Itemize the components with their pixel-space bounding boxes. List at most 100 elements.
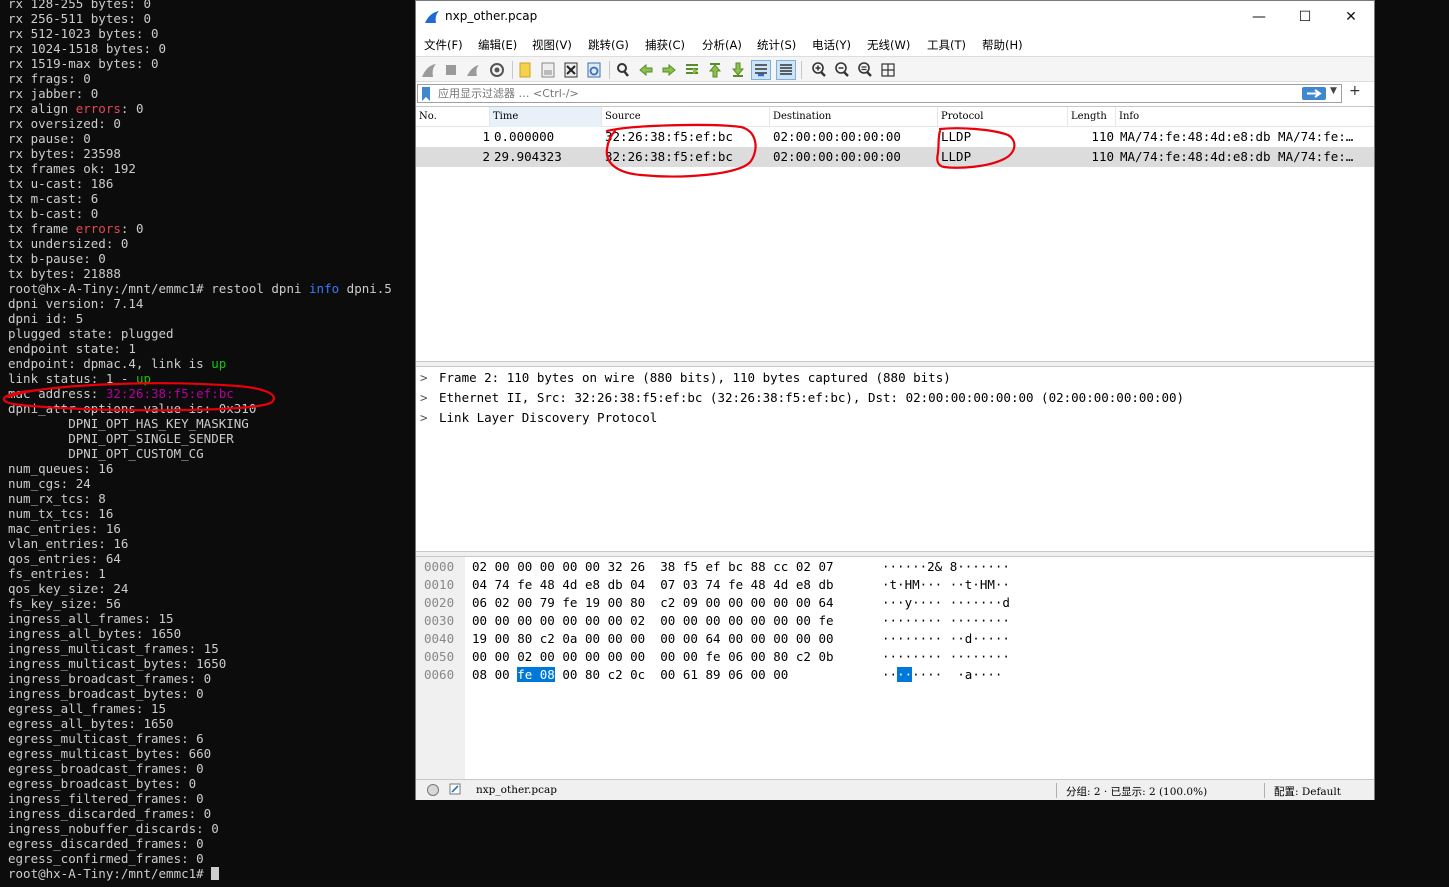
column-header-source[interactable]: Source [602,107,770,127]
hex-byte[interactable]: 80 [630,595,645,610]
go-forward-icon[interactable] [660,61,678,79]
hex-byte[interactable]: 00 [630,631,645,646]
hex-byte[interactable]: 00 [773,613,788,628]
hex-byte[interactable]: bc [728,559,743,574]
hex-byte[interactable]: 00 [751,649,766,664]
hex-byte[interactable]: 00 [495,613,510,628]
detail-tree-item[interactable]: > Frame 2: 110 bytes on wire (880 bits), … [420,368,951,388]
packet-row[interactable]: 1 0.000000 32:26:38:f5:ef:bc 02:00:00:00:00… [416,127,1374,147]
hex-bytes[interactable]: 00 00 00 00 00 00 00 02 00 00 00 00 00 0… [472,612,834,630]
hex-byte[interactable]: 00 [728,631,743,646]
start-capture-icon[interactable] [420,61,438,79]
menu-statistics[interactable]: 统计(S) [757,37,796,53]
menu-view[interactable]: 视图(V) [532,37,572,53]
packet-bytes-pane[interactable]: 0000 0010 0020 0030 0040 0050 0060 02 00 00 00… [416,557,1374,779]
menu-telephony[interactable]: 电话(Y) [812,37,851,53]
hex-byte[interactable]: 00 [562,649,577,664]
restart-capture-icon[interactable] [464,61,482,79]
hex-byte[interactable]: 00 [585,649,600,664]
hex-byte[interactable]: 00 [660,613,675,628]
status-profile[interactable]: 配置: Default [1274,784,1341,799]
chevron-right-icon[interactable]: > [420,388,439,408]
capture-options-icon[interactable] [488,61,506,79]
hex-byte[interactable]: 02 [517,649,532,664]
hex-byte[interactable]: 00 [608,595,623,610]
hex-byte[interactable]: 02 [630,613,645,628]
hex-byte[interactable]: 00 [517,613,532,628]
maximize-button[interactable]: ☐ [1282,1,1328,33]
hex-byte[interactable]: 00 [705,595,720,610]
hex-byte[interactable]: fe [728,577,743,592]
hex-byte[interactable]: c2 [796,649,811,664]
hex-byte[interactable]: 07 [818,559,833,574]
hex-byte[interactable]: 00 [660,667,675,682]
hex-byte[interactable]: 03 [683,577,698,592]
hex-byte[interactable]: 00 [585,613,600,628]
hex-byte[interactable]: c2 [660,595,675,610]
column-header-protocol[interactable]: Protocol [938,107,1068,127]
close-button[interactable]: ✕ [1328,1,1374,33]
autoscroll-icon[interactable] [751,60,771,80]
hex-byte[interactable]: 00 [517,559,532,574]
hex-byte[interactable]: 00 [540,649,555,664]
packet-list[interactable]: No. Time Source Destination Protocol Len… [416,106,1374,361]
menu-help[interactable]: 帮助(H) [982,37,1023,53]
hex-byte[interactable]: 38 [660,559,675,574]
hex-byte[interactable]: 00 [630,649,645,664]
hex-byte[interactable]: 07 [660,577,675,592]
hex-byte[interactable]: 00 [540,613,555,628]
hex-byte[interactable]: 48 [540,577,555,592]
zoom-in-icon[interactable] [810,61,828,79]
title-bar[interactable]: nxp_other.pcap — ☐ ✕ [416,1,1374,33]
hex-byte[interactable]: fe [818,613,833,628]
hex-byte[interactable]: 00 [495,649,510,664]
hex-byte[interactable]: 00 [751,613,766,628]
hex-byte[interactable]: 00 [562,667,577,682]
hex-byte[interactable]: 02 [796,559,811,574]
stop-capture-icon[interactable] [442,61,460,79]
ascii-bytes[interactable]: ·t·HM··· ··t·HM·· [882,576,1010,594]
column-header-info[interactable]: Info [1116,107,1374,127]
hex-byte[interactable]: 00 [683,631,698,646]
hex-byte[interactable]: db [608,577,623,592]
go-to-packet-icon[interactable] [683,61,701,79]
column-header-no[interactable]: No. [416,107,490,127]
hex-byte[interactable]: 00 [796,595,811,610]
hex-byte[interactable]: 04 [630,577,645,592]
packet-details-pane[interactable]: > Frame 2: 110 bytes on wire (880 bits), … [416,367,1374,551]
hex-bytes[interactable]: 00 00 02 00 00 00 00 00 00 00 fe 06 00 8… [472,648,834,666]
hex-byte[interactable]: f5 [683,559,698,574]
menu-wireless[interactable]: 无线(W) [867,37,910,53]
ascii-bytes[interactable]: ······2& 8······· [882,558,1010,576]
hex-byte[interactable]: 00 [608,649,623,664]
hex-byte[interactable]: 00 [660,649,675,664]
ascii-bytes[interactable]: ········ ········ [882,612,1010,630]
ascii-bytes[interactable]: ···y···· ·······d [882,594,1010,612]
hex-byte[interactable]: 0b [818,649,833,664]
hex-byte[interactable]: 61 [683,667,698,682]
filter-history-dropdown-icon[interactable]: ▼ [1330,86,1337,96]
hex-byte[interactable]: c2 [540,631,555,646]
column-header-length[interactable]: Length [1068,107,1116,127]
hex-byte[interactable]: 00 [562,559,577,574]
hex-byte[interactable]: 00 [683,649,698,664]
zoom-reset-icon[interactable] [856,61,874,79]
hex-byte[interactable]: 08 [539,667,555,682]
hex-byte[interactable]: 00 [495,631,510,646]
hex-byte[interactable]: 00 [608,631,623,646]
hex-byte[interactable]: c2 [608,667,623,682]
chevron-right-icon[interactable]: > [420,408,439,428]
hex-byte[interactable]: 02 [472,559,487,574]
hex-byte[interactable]: 00 [562,613,577,628]
hex-byte[interactable]: 06 [728,649,743,664]
hex-byte[interactable]: 19 [472,631,487,646]
hex-byte[interactable]: 00 [796,613,811,628]
hex-byte[interactable]: 74 [705,577,720,592]
hex-byte[interactable]: 00 [728,613,743,628]
open-file-icon[interactable] [516,61,534,79]
hex-byte[interactable]: 80 [773,649,788,664]
minimize-button[interactable]: — [1236,1,1282,33]
detail-tree-item[interactable]: > Link Layer Discovery Protocol [420,408,657,428]
menu-file[interactable]: 文件(F) [424,37,463,53]
menu-tools[interactable]: 工具(T) [927,37,966,53]
